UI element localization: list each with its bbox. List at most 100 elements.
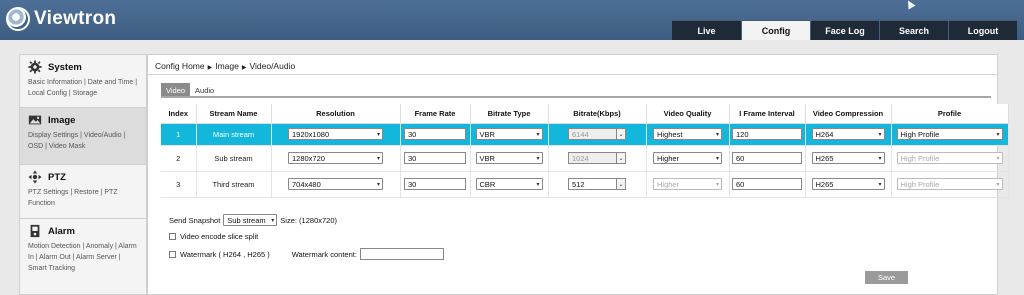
sidebar-links-ptz[interactable]: PTZ Settings | Restore | PTZ Function <box>28 187 140 209</box>
nav-tab-live[interactable]: Live <box>672 20 741 40</box>
chevron-down-icon: ▾ <box>536 131 540 138</box>
resolution-select[interactable]: 1280x720 ▾ <box>288 152 383 164</box>
frame-rate-input[interactable]: 30 <box>404 128 466 140</box>
sidebar-section-system[interactable]: System Basic Information | Date and Time… <box>20 55 146 108</box>
snapshot-stream-select[interactable]: Sub stream ▾ <box>223 214 278 226</box>
save-button[interactable]: Save <box>865 271 908 284</box>
video-compression-select[interactable]: H265 ▾ <box>811 152 885 164</box>
col-header-bitrate: Bitrate(Kbps) <box>548 104 647 124</box>
col-header-profile: Profile <box>891 104 1009 124</box>
iframe-interval-input[interactable]: 120 <box>732 128 802 140</box>
sidebar-title-image: Image <box>48 114 76 126</box>
sidebar-links-system[interactable]: Basic Information | Date and Time | Loca… <box>28 77 140 99</box>
breadcrumb: Config Home ▶ Image ▶ Video/Audio <box>155 61 295 71</box>
sidebar-section-ptz[interactable]: PTZ PTZ Settings | Restore | PTZ Functio… <box>20 165 146 219</box>
divider <box>161 96 991 98</box>
brand-logo: Viewtron <box>6 6 116 32</box>
col-header-resolution: Resolution <box>271 104 401 124</box>
video-quality-value: Higher <box>657 153 680 163</box>
nav-tab-search[interactable]: Search <box>880 20 948 40</box>
table-header-row: Index Stream Name Resolution Frame Rate … <box>161 104 1009 124</box>
chevron-down-icon: ▾ <box>996 181 1000 188</box>
profile-value: High Profile <box>900 179 940 189</box>
profile-select[interactable]: High Profile ▾ <box>896 178 1003 190</box>
top-header: Viewtron Live Config Face Log Search Log… <box>0 0 1024 40</box>
table-row[interactable]: 1 Main stream 1920x1080 ▾ 30 VBR ▾ 6144 ⌄ H… <box>161 123 1009 146</box>
bitrate-combo[interactable]: 512 ⌄ <box>568 178 626 190</box>
watermark-content-input[interactable] <box>359 248 444 260</box>
video-compression-value: H264 <box>815 129 834 139</box>
chevron-down-icon: ▾ <box>715 155 719 162</box>
frame-rate-input[interactable]: 30 <box>404 178 466 190</box>
image-icon <box>28 115 42 125</box>
iframe-interval-input[interactable]: 60 <box>732 152 802 164</box>
alarm-icon <box>30 224 40 238</box>
table-row[interactable]: 2 Sub stream 1280x720 ▾ 30 VBR ▾ 1024 ⌄ Hig… <box>161 145 1009 172</box>
video-quality-value: Highest <box>657 129 683 139</box>
col-header-video-compression: Video Compression <box>805 104 892 124</box>
sidebar-title-ptz: PTZ <box>48 171 66 183</box>
breadcrumb-arrow-icon: ▶ <box>241 65 247 71</box>
table-row[interactable]: 3 Third stream 704x480 ▾ 30 CBR ▾ 512 ⌄ Hig… <box>161 171 1009 198</box>
breadcrumb-arrow-icon: ▶ <box>207 65 213 71</box>
resolution-select[interactable]: 704x480 ▾ <box>288 178 383 190</box>
slice-split-checkbox[interactable] <box>169 233 176 240</box>
resolution-select[interactable]: 1920x1080 ▾ <box>288 128 383 140</box>
watermark-checkbox[interactable] <box>169 250 176 258</box>
breadcrumb-image[interactable]: Image <box>215 61 239 71</box>
chevron-down-icon[interactable]: ⌄ <box>616 129 625 139</box>
bitrate-type-select[interactable]: CBR ▾ <box>475 178 543 190</box>
chevron-down-icon: ▾ <box>715 181 719 188</box>
chevron-down-icon: ▾ <box>996 155 1000 162</box>
config-sidebar: System Basic Information | Date and Time… <box>19 54 147 295</box>
chevron-down-icon: ▾ <box>536 181 540 188</box>
video-compression-select[interactable]: H264 ▾ <box>811 128 885 140</box>
sidebar-title-alarm: Alarm <box>48 225 75 237</box>
sidebar-section-alarm[interactable]: Alarm Motion Detection | Anomaly | Alarm… <box>20 219 146 289</box>
col-header-stream-name: Stream Name <box>196 104 272 124</box>
snapshot-row: Send Snapshot Sub stream ▾ Size: (1280x72… <box>169 214 337 226</box>
sidebar-links-alarm[interactable]: Motion Detection | Anomaly | Alarm In | … <box>28 241 140 274</box>
chevron-down-icon[interactable]: ⌄ <box>616 179 625 189</box>
video-quality-select[interactable]: Higher ▾ <box>653 178 722 190</box>
col-header-video-quality: Video Quality <box>646 104 730 124</box>
video-quality-select[interactable]: Higher ▾ <box>653 152 722 164</box>
resolution-value: 1280x720 <box>292 153 325 163</box>
sidebar-links-image[interactable]: Display Settings | Video/Audio | OSD | V… <box>28 130 140 152</box>
frame-rate-input[interactable]: 30 <box>404 152 466 164</box>
cell-stream-name: Main stream <box>196 123 272 146</box>
breadcrumb-config-home[interactable]: Config Home <box>155 61 205 71</box>
col-header-index: Index <box>161 104 197 124</box>
sidebar-title-system: System <box>48 61 82 73</box>
video-quality-select[interactable]: Highest ▾ <box>653 128 722 140</box>
iframe-interval-input[interactable]: 60 <box>732 178 802 190</box>
bitrate-type-value: VBR <box>479 153 495 163</box>
brand-name: Viewtron <box>34 8 117 29</box>
profile-select[interactable]: High Profile ▾ <box>896 128 1003 140</box>
breadcrumb-video-audio: Video/Audio <box>249 61 296 71</box>
bitrate-type-select[interactable]: VBR ▾ <box>475 152 543 164</box>
gear-icon <box>28 60 42 74</box>
profile-select[interactable]: High Profile ▾ <box>896 152 1003 164</box>
bitrate-type-value: VBR <box>479 129 495 139</box>
bitrate-combo[interactable]: 1024 ⌄ <box>568 152 626 164</box>
cell-index: 2 <box>161 145 197 172</box>
col-header-bitrate-type: Bitrate Type <box>470 104 549 124</box>
nav-tab-logout[interactable]: Logout <box>949 20 1017 40</box>
chevron-down-icon: ▾ <box>376 181 380 188</box>
snapshot-size: Size: (1280x720) <box>280 215 337 225</box>
nav-tab-config[interactable]: Config <box>742 20 810 40</box>
chevron-down-icon: ▾ <box>715 131 719 138</box>
bitrate-type-select[interactable]: VBR ▾ <box>475 128 543 140</box>
nav-tab-face-log[interactable]: Face Log <box>811 20 879 40</box>
bitrate-combo[interactable]: 6144 ⌄ <box>568 128 626 140</box>
sidebar-section-image[interactable]: Image Display Settings | Video/Audio | O… <box>20 108 146 165</box>
video-compression-value: H265 <box>815 179 834 189</box>
chevron-down-icon: ▾ <box>878 155 882 162</box>
video-compression-select[interactable]: H265 ▾ <box>811 178 885 190</box>
chevron-down-icon[interactable]: ⌄ <box>616 153 625 163</box>
watermark-content-label: Watermark content: <box>291 249 357 259</box>
chevron-down-icon: ▾ <box>376 131 380 138</box>
bitrate-value: 1024 <box>569 153 616 163</box>
chevron-down-icon: ▾ <box>878 131 882 138</box>
